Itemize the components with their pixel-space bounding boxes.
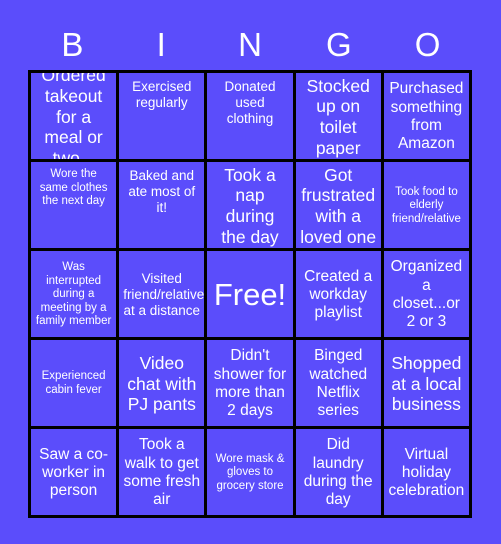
bingo-square[interactable]: Visited friend/relative at a distance xyxy=(119,251,205,337)
bingo-square-label: Took a nap during the day xyxy=(221,164,279,247)
bingo-square[interactable]: Took food to elderly friend/relative xyxy=(383,162,469,248)
bingo-square[interactable]: Experienced cabin fever xyxy=(31,340,117,426)
bingo-square[interactable]: Wore mask & gloves to grocery store xyxy=(207,429,293,515)
bingo-square-label: Wore mask & gloves to grocery store xyxy=(215,452,285,492)
bingo-square-label: Stocked up on toilet paper xyxy=(306,75,370,158)
bingo-square-label: Visited friend/relative at a distance xyxy=(123,271,205,318)
bingo-square[interactable]: Video chat with PJ pants xyxy=(119,340,205,426)
bingo-free-space-label: Free! xyxy=(213,276,287,312)
bingo-square[interactable]: Took a walk to get some fresh air xyxy=(119,429,205,515)
bingo-square-label: Took a walk to get some fresh air xyxy=(123,436,201,509)
bingo-square-label: Saw a co-worker in person xyxy=(39,445,109,500)
bingo-card: B I N G O Ordered takeout for a meal or … xyxy=(0,0,501,544)
bingo-square[interactable]: Saw a co-worker in person xyxy=(31,429,117,515)
bingo-square-label: Baked and ate most of it! xyxy=(128,168,196,215)
bingo-square[interactable]: Organized a closet...or 2 or 3 xyxy=(383,251,469,337)
header-letter-o: O xyxy=(414,25,441,63)
bingo-square[interactable]: Got frustrated with a loved one xyxy=(295,162,381,248)
bingo-square-label: Got frustrated with a loved one xyxy=(300,164,377,247)
bingo-square[interactable]: Donated used clothing xyxy=(207,73,293,159)
bingo-square[interactable]: Virtual holiday celebration xyxy=(383,429,469,515)
bingo-square[interactable]: Took a nap during the day xyxy=(207,162,293,248)
bingo-square-label: Exercised regularly xyxy=(132,79,192,110)
bingo-square-label: Didn't shower for more than 2 days xyxy=(213,347,287,420)
bingo-square-label: Shopped at a local business xyxy=(391,353,462,415)
bingo-square-label: Took food to elderly friend/relative xyxy=(391,185,461,225)
bingo-square-label: Wore the same clothes the next day xyxy=(39,168,108,208)
bingo-grid: Ordered takeout for a meal or two... Exer… xyxy=(28,70,472,518)
header-letter-n: N xyxy=(238,25,262,63)
bingo-square-label: Experienced cabin fever xyxy=(41,370,106,396)
bingo-square-label: Video chat with PJ pants xyxy=(127,353,197,415)
bingo-header: B I N G O xyxy=(28,18,472,70)
bingo-square[interactable]: Binged watched Netflix series xyxy=(295,340,381,426)
bingo-square-label: Was interrupted during a meeting by a fa… xyxy=(35,261,112,328)
bingo-square-label: Donated used clothing xyxy=(224,79,276,126)
header-letter-g: G xyxy=(325,25,352,63)
header-letter-i: I xyxy=(156,25,166,63)
bingo-square-label: Organized a closet...or 2 or 3 xyxy=(390,258,463,331)
bingo-square[interactable]: Shopped at a local business xyxy=(383,340,469,426)
bingo-square-label: Ordered takeout for a meal or two... xyxy=(41,73,106,159)
bingo-square-label: Virtual holiday celebration xyxy=(388,445,465,500)
bingo-square[interactable]: Was interrupted during a meeting by a fa… xyxy=(31,251,117,337)
bingo-square[interactable]: Baked and ate most of it! xyxy=(119,162,205,248)
bingo-square[interactable]: Exercised regularly xyxy=(119,73,205,159)
bingo-free-space[interactable]: Free! xyxy=(207,251,293,337)
bingo-square[interactable]: Didn't shower for more than 2 days xyxy=(207,340,293,426)
bingo-square-label: Did laundry during the day xyxy=(303,436,373,509)
bingo-square[interactable]: Did laundry during the day xyxy=(295,429,381,515)
bingo-square[interactable]: Ordered takeout for a meal or two... xyxy=(31,73,117,159)
bingo-square-label: Purchased something from Amazon xyxy=(389,80,464,153)
bingo-square-label: Created a workday playlist xyxy=(304,267,373,322)
bingo-square-label: Binged watched Netflix series xyxy=(309,347,368,420)
bingo-square[interactable]: Wore the same clothes the next day xyxy=(31,162,117,248)
bingo-square[interactable]: Purchased something from Amazon xyxy=(383,73,469,159)
bingo-square[interactable]: Created a workday playlist xyxy=(295,251,381,337)
header-letter-b: B xyxy=(61,25,84,63)
bingo-square[interactable]: Stocked up on toilet paper xyxy=(295,73,381,159)
